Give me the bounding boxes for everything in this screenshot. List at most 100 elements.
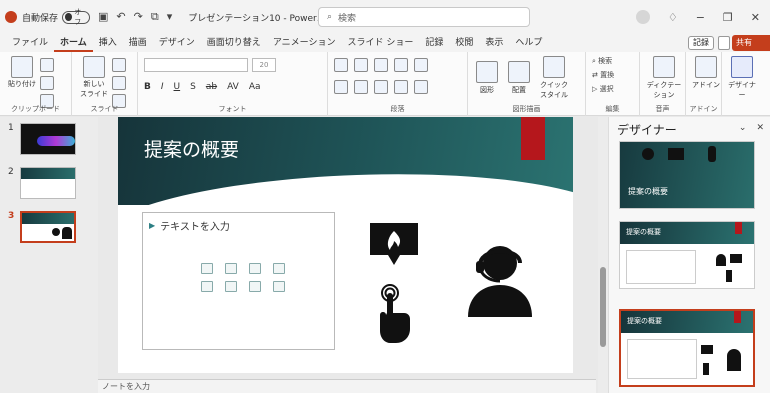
insert-video-icon[interactable] bbox=[249, 281, 261, 292]
design-idea-3[interactable]: 提案の概要 bbox=[619, 309, 755, 387]
chevron-down-icon[interactable]: ⌄ bbox=[739, 123, 747, 133]
thumbnail-2[interactable]: 2 bbox=[8, 167, 76, 199]
thumbnail-1[interactable]: 1 bbox=[8, 123, 76, 155]
align-right-icon[interactable] bbox=[374, 80, 388, 94]
tab-record[interactable]: 記録 bbox=[419, 34, 449, 52]
customize-qat-icon[interactable]: ▾ bbox=[167, 10, 173, 24]
tab-draw[interactable]: 描画 bbox=[123, 34, 153, 52]
underline-button[interactable]: U bbox=[174, 82, 181, 92]
tab-slideshow[interactable]: スライド ショー bbox=[341, 34, 419, 52]
line-spacing-icon[interactable] bbox=[414, 58, 428, 72]
group-addins: アドイン アドイン bbox=[686, 52, 722, 116]
save-icon[interactable]: ▣ bbox=[98, 10, 108, 24]
slide[interactable]: 提案の概要 ▶ テキストを入力 bbox=[118, 117, 573, 373]
shapes-button[interactable]: 図形 bbox=[476, 61, 498, 95]
designer-icon[interactable] bbox=[731, 56, 753, 78]
close-icon[interactable]: ✕ bbox=[751, 11, 760, 24]
reset-icon[interactable] bbox=[112, 76, 126, 90]
design-idea-content bbox=[626, 250, 696, 284]
paste-icon[interactable] bbox=[11, 56, 33, 78]
tab-insert[interactable]: 挿入 bbox=[93, 34, 123, 52]
tab-home[interactable]: ホーム bbox=[54, 34, 93, 52]
dictate-icon[interactable] bbox=[653, 56, 675, 78]
align-left-icon[interactable] bbox=[334, 80, 348, 94]
redo-icon[interactable]: ↷ bbox=[134, 10, 143, 24]
group-label-clipboard: クリップボード bbox=[11, 105, 60, 113]
autosave-toggle[interactable]: オフ bbox=[62, 8, 91, 26]
slideshow-icon[interactable]: ⧉ bbox=[151, 10, 159, 24]
support-agent-icon[interactable] bbox=[462, 239, 532, 319]
insert-table-icon[interactable] bbox=[201, 263, 213, 274]
record-button[interactable]: 記録 bbox=[688, 36, 714, 50]
comment-icon[interactable] bbox=[718, 36, 730, 50]
insert-smartart-icon[interactable] bbox=[249, 263, 261, 274]
share-button[interactable]: 共有 bbox=[732, 35, 770, 51]
change-case-button[interactable]: Aa bbox=[249, 82, 261, 92]
justify-icon[interactable] bbox=[394, 80, 408, 94]
paste-label: 貼り付け bbox=[8, 80, 36, 88]
insert-3d-model-icon[interactable] bbox=[273, 263, 285, 274]
columns-icon[interactable] bbox=[414, 80, 428, 94]
touch-icon bbox=[703, 363, 709, 375]
arrange-button[interactable]: 配置 bbox=[508, 61, 530, 95]
account-avatar[interactable] bbox=[635, 10, 650, 24]
design-idea-2[interactable]: 提案の概要 bbox=[619, 221, 755, 289]
tab-help[interactable]: ヘルプ bbox=[509, 34, 548, 52]
tab-animations[interactable]: アニメーション bbox=[267, 34, 342, 52]
tab-design[interactable]: デザイン bbox=[153, 34, 201, 52]
select-button[interactable]: ▷ 選択 bbox=[592, 84, 614, 94]
arrange-icon bbox=[508, 61, 530, 83]
design-idea-1[interactable]: 提案の概要 bbox=[619, 141, 755, 209]
tab-file[interactable]: ファイル bbox=[6, 34, 54, 52]
lightbulb-icon[interactable]: ♢ bbox=[668, 11, 678, 24]
italic-button[interactable]: I bbox=[161, 82, 164, 92]
thumbnail-3[interactable]: 3 bbox=[8, 211, 77, 243]
cut-icon[interactable] bbox=[40, 58, 54, 72]
bold-button[interactable]: B bbox=[144, 82, 151, 92]
scrollbar-thumb[interactable] bbox=[600, 267, 606, 347]
shapes-label: 図形 bbox=[480, 86, 494, 94]
find-button[interactable]: ⌕ 検索 bbox=[592, 56, 612, 66]
chat-flame-icon[interactable] bbox=[370, 223, 418, 265]
slide-title[interactable]: 提案の概要 bbox=[144, 135, 239, 162]
tab-view[interactable]: 表示 bbox=[479, 34, 509, 52]
tab-review[interactable]: 校閲 bbox=[449, 34, 479, 52]
quick-access-toolbar: ▣ ↶ ↷ ⧉ ▾ bbox=[98, 10, 172, 24]
content-placeholder[interactable]: ▶ テキストを入力 bbox=[142, 212, 335, 350]
undo-icon[interactable]: ↶ bbox=[116, 10, 125, 24]
bullets-icon[interactable] bbox=[334, 58, 348, 72]
quick-styles-button[interactable]: クイック スタイル bbox=[540, 56, 568, 100]
font-size-input[interactable]: 20 bbox=[252, 58, 276, 72]
strikethrough-button[interactable]: ab bbox=[206, 82, 217, 92]
layout-icon[interactable] bbox=[112, 58, 126, 72]
numbering-icon[interactable] bbox=[354, 58, 368, 72]
shadow-button[interactable]: S bbox=[190, 82, 196, 92]
restore-icon[interactable]: ❐ bbox=[723, 11, 733, 24]
autosave[interactable]: 自動保存 オフ bbox=[22, 8, 91, 26]
increase-indent-icon[interactable] bbox=[394, 58, 408, 72]
insert-online-picture-icon[interactable] bbox=[225, 281, 237, 292]
new-slide-icon[interactable] bbox=[83, 56, 105, 78]
align-center-icon[interactable] bbox=[354, 80, 368, 94]
touch-hand-icon[interactable] bbox=[374, 283, 414, 345]
search-box[interactable]: ⌕ 検索 bbox=[318, 7, 530, 27]
content-prompt: ▶ テキストを入力 bbox=[149, 218, 230, 233]
minimize-icon[interactable]: − bbox=[696, 11, 705, 24]
insert-chart-icon[interactable] bbox=[225, 263, 237, 274]
insert-picture-icon[interactable] bbox=[201, 281, 213, 292]
find-label: 検索 bbox=[598, 57, 613, 65]
group-label-slides: スライド bbox=[90, 105, 119, 113]
design-idea-title: 提案の概要 bbox=[627, 317, 662, 325]
notes-pane[interactable]: ノートを入力 bbox=[98, 379, 596, 393]
close-icon[interactable]: ✕ bbox=[756, 123, 764, 133]
copy-icon[interactable] bbox=[40, 76, 54, 90]
insert-icon-icon[interactable] bbox=[273, 281, 285, 292]
addins-icon[interactable] bbox=[695, 56, 717, 78]
quick-styles-icon bbox=[543, 56, 565, 78]
decrease-indent-icon[interactable] bbox=[374, 58, 388, 72]
replace-button[interactable]: ⇄ 置換 bbox=[592, 70, 614, 80]
slide-scrollbar[interactable] bbox=[598, 117, 608, 393]
char-spacing-button[interactable]: AV bbox=[227, 82, 239, 92]
tab-transitions[interactable]: 画面切り替え bbox=[201, 34, 267, 52]
font-name-input[interactable] bbox=[144, 58, 248, 72]
